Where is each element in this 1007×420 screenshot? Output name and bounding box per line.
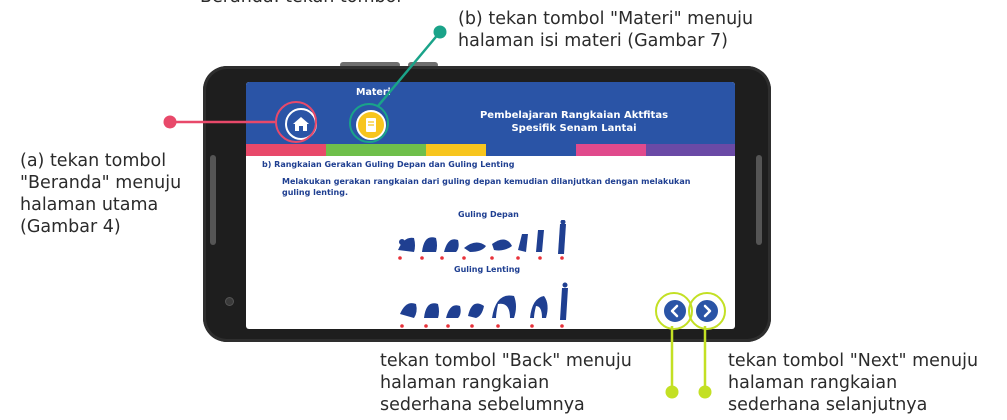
- callout-dot-beranda: [163, 115, 177, 129]
- callout-connectors: [163, 25, 712, 399]
- callout-dot-next: [698, 385, 712, 399]
- callout-dot-back: [665, 385, 679, 399]
- callout-dot-materi: [433, 25, 447, 39]
